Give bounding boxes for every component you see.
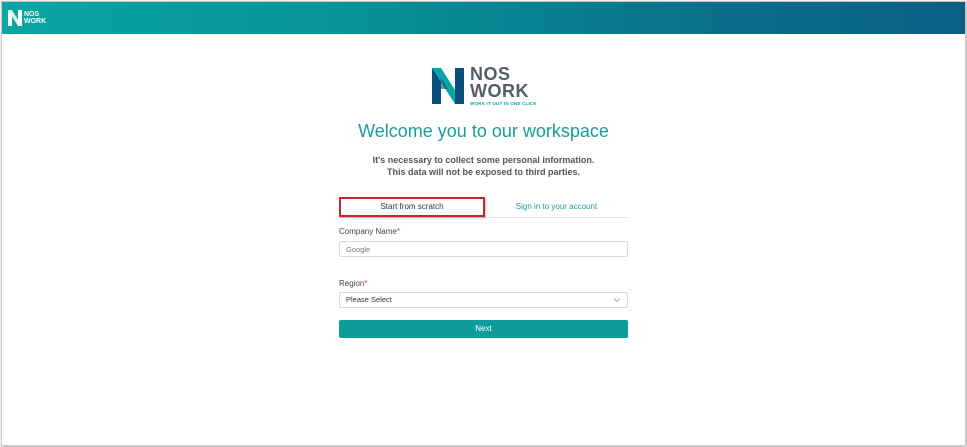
tab-bar: Start from scratch Sign in to your accou… <box>339 197 628 218</box>
nos-work-logo-icon <box>432 68 464 104</box>
region-label: Region* <box>339 279 367 288</box>
region-select[interactable]: Please Select <box>339 292 628 308</box>
chevron-down-icon <box>613 298 621 303</box>
subtitle-line-2: This data will not be exposed to third p… <box>386 167 581 177</box>
required-marker: * <box>396 227 400 236</box>
brand-name-line2: WORK <box>470 81 529 101</box>
page-subtitle: It's necessary to collect some personal … <box>2 154 965 178</box>
brand-tagline: WORK IT OUT IN ONE CLICK <box>470 101 537 106</box>
brand-logo: NOS WORK WORK IT OUT IN ONE CLICK <box>432 65 537 106</box>
top-bar: NOS WORK <box>2 2 965 34</box>
header-logo-text-1: NOS <box>24 11 40 18</box>
region-select-value: Please Select <box>346 295 392 304</box>
region-label-text: Region <box>339 279 365 288</box>
nos-work-logo-icon <box>8 10 22 26</box>
header-logo[interactable]: NOS WORK <box>8 8 46 28</box>
company-name-label-text: Company Name <box>339 227 397 236</box>
app-window: NOS WORK NOS WORK WORK IT OUT IN ONE CLI… <box>1 1 966 446</box>
required-marker: * <box>364 279 368 288</box>
tab-sign-in[interactable]: Sign in to your account <box>485 197 628 217</box>
subtitle-line-1: It's necessary to collect some personal … <box>372 155 595 165</box>
next-button[interactable]: Next <box>339 320 628 338</box>
page-title: Welcome you to our workspace <box>358 121 609 141</box>
tab-start-from-scratch[interactable]: Start from scratch <box>339 197 485 217</box>
header-logo-text-2: WORK <box>24 18 47 25</box>
company-name-input[interactable] <box>339 241 628 257</box>
company-name-label: Company Name* <box>339 227 400 236</box>
